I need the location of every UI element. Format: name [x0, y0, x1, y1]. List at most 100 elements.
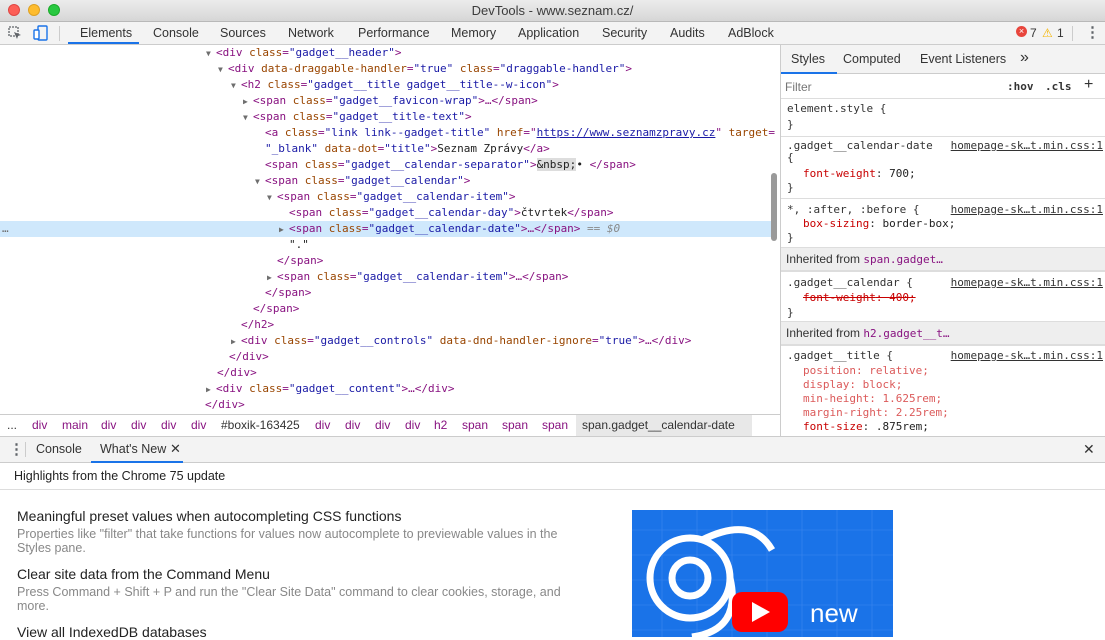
error-icon[interactable]: ×	[1016, 26, 1027, 37]
tab-memory[interactable]: Memory	[451, 22, 496, 44]
inherited-from-link[interactable]: span.gadget…	[863, 253, 942, 266]
close-tab-icon[interactable]: ✕	[170, 441, 181, 457]
rule-selector[interactable]: .gadget__calendar {	[787, 276, 913, 290]
dom-node[interactable]: ▼ <h2 class="gadget__title gadget__title-…	[231, 77, 559, 93]
tab-console[interactable]: Console	[153, 22, 199, 44]
feature-title[interactable]: Clear site data from the Command Menu	[17, 566, 270, 582]
style-property-inactive[interactable]: position: relative;	[803, 364, 929, 378]
style-property[interactable]: font-size: .875rem;	[803, 420, 929, 434]
drawer-tab-console[interactable]: Console	[36, 442, 82, 456]
dom-node[interactable]: ▶ <div class="gadget__controls" data-dnd-…	[231, 333, 691, 349]
breadcrumb-item[interactable]: div	[191, 415, 206, 436]
dom-node[interactable]: ▼ <div data-draggable-handler="true" clas…	[218, 61, 632, 77]
breadcrumb-item[interactable]: div	[315, 415, 330, 436]
inherited-from-link[interactable]: h2.gadget__t…	[863, 327, 949, 340]
tab-styles[interactable]: Styles	[791, 52, 825, 66]
tab-performance[interactable]: Performance	[358, 22, 430, 44]
add-rule-icon[interactable]: +	[1084, 76, 1093, 94]
rule-source-link[interactable]: homepage-sk…t.min.css:1	[951, 203, 1103, 216]
tab-security[interactable]: Security	[602, 22, 647, 44]
hover-state-toggle[interactable]: :hov	[1007, 80, 1034, 93]
error-count[interactable]: 7	[1030, 22, 1037, 44]
dom-node[interactable]: <a class="link link--gadget-title" href=…	[265, 125, 775, 141]
feature-title[interactable]: Meaningful preset values when autocomple…	[17, 508, 401, 524]
dom-node-close[interactable]: </div>	[205, 397, 245, 413]
tab-elements[interactable]: Elements	[80, 22, 132, 44]
breadcrumb-item[interactable]: h2	[434, 415, 447, 436]
style-property-inactive[interactable]: margin-right: 2.25rem;	[803, 406, 949, 420]
style-property[interactable]: font-weight: 700;	[803, 167, 916, 181]
inspect-element-icon[interactable]	[7, 25, 23, 41]
tab-network[interactable]: Network	[288, 22, 334, 44]
dom-text-node[interactable]: "."	[289, 237, 309, 253]
feature-title[interactable]: View all IndexedDB databases	[17, 624, 207, 640]
style-property-inactive[interactable]: display: block;	[803, 378, 902, 392]
dom-node-continued[interactable]: "_blank" data-dot="title">Seznam Zprávy<…	[265, 141, 550, 157]
dom-node[interactable]: ▼ <span class="gadget__calendar-item">	[267, 189, 515, 205]
breadcrumb-item[interactable]: div	[32, 415, 47, 436]
element-style-selector[interactable]: element.style {	[787, 102, 886, 116]
dom-node[interactable]: ▶ <div class="gadget__content">…</div>	[206, 381, 454, 397]
style-property-overridden[interactable]: font-weight: 400;	[803, 291, 916, 305]
tab-event-listeners[interactable]: Event Listeners	[920, 52, 1006, 66]
chrome-update-video-thumbnail[interactable]: new	[632, 510, 893, 637]
warning-icon[interactable]: ⚠	[1042, 22, 1053, 44]
drawer-menu-icon[interactable]: ⋮	[9, 440, 24, 458]
href-link[interactable]: https://www.seznamzpravy.cz	[537, 126, 716, 139]
device-toolbar-icon[interactable]	[33, 25, 49, 41]
breadcrumb-item[interactable]: span	[462, 415, 488, 436]
style-property-inactive[interactable]: min-height: 1.625rem;	[803, 392, 942, 406]
class-toggle[interactable]: .cls	[1045, 80, 1072, 93]
rule-source-link[interactable]: homepage-sk…t.min.css:1	[951, 139, 1103, 152]
breadcrumb-overflow[interactable]: ...	[7, 415, 17, 436]
tab-sources[interactable]: Sources	[220, 22, 266, 44]
dom-node-close[interactable]: </div>	[217, 365, 257, 381]
styles-filter-input[interactable]	[785, 78, 997, 96]
dom-node-close[interactable]: </div>	[229, 349, 269, 365]
breadcrumb-item[interactable]: main	[62, 415, 88, 436]
breadcrumb-item[interactable]: div	[345, 415, 360, 436]
breadcrumb-item[interactable]: #boxik-163425	[221, 415, 300, 436]
close-window-button[interactable]	[8, 4, 20, 16]
breadcrumb-item-selected[interactable]: span.gadget__calendar-date	[582, 415, 735, 436]
style-property[interactable]: box-sizing: border-box;	[803, 217, 955, 231]
dom-node[interactable]: <span class="gadget__calendar-separator"…	[265, 157, 636, 173]
breadcrumb-item[interactable]: div	[131, 415, 146, 436]
more-options-icon[interactable]: ⋮	[1085, 22, 1100, 44]
breadcrumb-item[interactable]: span	[542, 415, 568, 436]
dom-node[interactable]: ▼ <div class="gadget__header">	[206, 45, 401, 61]
close-drawer-icon[interactable]: ✕	[1083, 441, 1095, 458]
dom-node[interactable]: <span class="gadget__calendar-day">čtvrt…	[289, 205, 614, 221]
dom-scrollbar[interactable]	[771, 173, 777, 241]
dom-node-close[interactable]: </span>	[253, 301, 299, 317]
dom-node-close[interactable]: </span>	[277, 253, 323, 269]
breadcrumb-item[interactable]: div	[375, 415, 390, 436]
rule-selector[interactable]: *, :after, :before {	[787, 203, 919, 217]
more-tabs-icon[interactable]: »	[1020, 49, 1029, 67]
minimize-window-button[interactable]	[28, 4, 40, 16]
dom-node[interactable]: ▶ <span class="gadget__favicon-wrap">…</s…	[243, 93, 538, 109]
drawer-tab-whats-new[interactable]: What's New	[100, 442, 166, 456]
dom-node-selected[interactable]: … ▶ <span class="gadget__calendar-date">…<…	[0, 221, 772, 237]
active-tab-indicator	[68, 42, 139, 44]
warning-count[interactable]: 1	[1057, 22, 1064, 44]
dom-node[interactable]: ▼ <span class="gadget__title-text">	[243, 109, 472, 125]
breadcrumb-item[interactable]: div	[101, 415, 116, 436]
rule-source-link[interactable]: homepage-sk…t.min.css:1	[951, 349, 1103, 362]
breadcrumb-item[interactable]: span	[502, 415, 528, 436]
tab-adblock[interactable]: AdBlock	[728, 22, 774, 44]
breadcrumb-item[interactable]: div	[405, 415, 420, 436]
breadcrumb-item[interactable]: div	[161, 415, 176, 436]
node-actions-icon[interactable]: …	[2, 221, 9, 237]
dom-node-close[interactable]: </span>	[265, 285, 311, 301]
tab-application[interactable]: Application	[518, 22, 579, 44]
dom-node[interactable]: ▶ <span class="gadget__calendar-item">…</…	[267, 269, 568, 285]
tab-computed[interactable]: Computed	[843, 52, 901, 66]
rule-source-link[interactable]: homepage-sk…t.min.css:1	[951, 276, 1103, 289]
rule-selector[interactable]: .gadget__title {	[787, 349, 893, 363]
zoom-window-button[interactable]	[48, 4, 60, 16]
rule-selector[interactable]: .gadget__calendar-date	[787, 139, 933, 153]
dom-node[interactable]: ▼ <span class="gadget__calendar">	[255, 173, 470, 189]
tab-audits[interactable]: Audits	[670, 22, 705, 44]
dom-node-close[interactable]: </h2>	[241, 317, 274, 333]
